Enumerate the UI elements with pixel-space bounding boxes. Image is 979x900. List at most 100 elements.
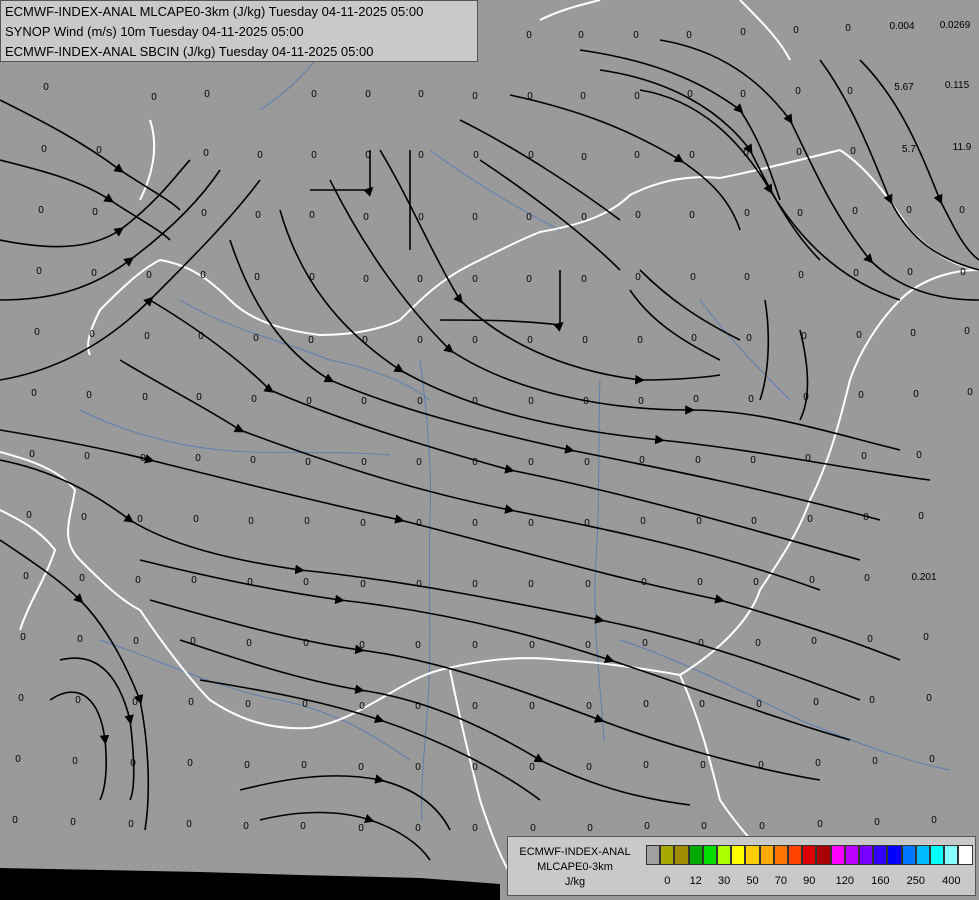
map-value-label: 0: [198, 331, 204, 342]
map-value-label: 0: [186, 819, 192, 830]
map-value-label: 0: [363, 212, 369, 223]
map-value-label: 0: [587, 823, 593, 834]
map-value-label: 0: [637, 335, 643, 346]
map-value-label: 0: [847, 86, 853, 97]
map-value-label: 0: [360, 579, 366, 590]
map-value-label: 0: [528, 579, 534, 590]
map-value-label: 0: [527, 335, 533, 346]
map-value-label: 0: [137, 514, 143, 525]
map-value-label: 0: [204, 89, 210, 100]
map-value-label: 0: [585, 640, 591, 651]
map-value-label: 0: [200, 270, 206, 281]
map-value-label: 0: [300, 821, 306, 832]
map-value-label: 0: [759, 821, 765, 832]
map-value-label: 0: [151, 92, 157, 103]
map-value-label: 0: [133, 636, 139, 647]
legend-tick-label: 0: [664, 875, 671, 887]
map-value-label: 0: [634, 91, 640, 102]
map-value-label: 0: [132, 697, 138, 708]
legend-swatch: [745, 845, 760, 865]
map-value-label: 0: [203, 148, 209, 159]
map-value-label: 0: [311, 150, 317, 161]
map-value-label: 0: [815, 758, 821, 769]
map-value-label: 0: [243, 821, 249, 832]
map-value-label: 0: [699, 699, 705, 710]
map-value-label: 0: [642, 638, 648, 649]
map-value-label: 0: [415, 640, 421, 651]
map-value-label: 0: [418, 150, 424, 161]
title-line-cape: ECMWF-INDEX-ANAL MLCAPE0-3km (J/kg) Tues…: [5, 4, 424, 19]
wind-streamlines: [0, 39, 979, 861]
map-value-label: 0: [418, 89, 424, 100]
map-value-label: 0: [586, 762, 592, 773]
map-value-label: 0: [690, 272, 696, 283]
map-value-label: 0: [960, 267, 966, 278]
map-value-label: 0: [309, 210, 315, 221]
map-value-label: 0: [140, 453, 146, 464]
map-value-label: 0: [38, 205, 44, 216]
map-value-label: 0: [697, 577, 703, 588]
map-value-label: 0: [740, 89, 746, 100]
map-value-label: 0: [528, 457, 534, 468]
map-value-label: 0: [43, 82, 49, 93]
map-value-label: 0: [472, 518, 478, 529]
legend-swatch: [873, 845, 888, 865]
map-value-label: 0: [967, 387, 973, 398]
map-value-label: 0: [472, 212, 478, 223]
map-value-label: 0: [130, 758, 136, 769]
map-value-label: 0: [187, 758, 193, 769]
map-value-label: 0: [850, 146, 856, 157]
map-value-label: 0: [12, 815, 18, 826]
map-value-label: 0: [801, 331, 807, 342]
map-value-label: 0: [528, 150, 534, 161]
map-value-label: 0: [365, 89, 371, 100]
legend-swatch: [930, 845, 945, 865]
legend-swatch: [660, 845, 675, 865]
map-value-label: 0: [303, 577, 309, 588]
map-value-label: 0: [744, 272, 750, 283]
map-value-label: 0: [803, 392, 809, 403]
map-value-label: 0.201: [911, 572, 936, 583]
map-value-label: 0: [528, 396, 534, 407]
map-value-label: 0: [34, 327, 40, 338]
legend-swatch: [944, 845, 959, 865]
map-value-label: 0: [696, 516, 702, 527]
map-value-label: 0: [526, 30, 532, 41]
map-value-label: 0: [195, 453, 201, 464]
map-value-label: 0: [701, 821, 707, 832]
map-value-label: 0: [526, 212, 532, 223]
map-value-label: 0: [872, 756, 878, 767]
map-value-label: 0: [472, 91, 478, 102]
map-value-label: 5.7: [902, 144, 916, 155]
map-value-label: 0: [640, 516, 646, 527]
map-value-label: 0: [245, 699, 251, 710]
map-value-label: 0: [416, 579, 422, 590]
map-value-label: 0: [578, 30, 584, 41]
map-value-label: 0: [250, 455, 256, 466]
value-labels: 0 0 0 0 0 0 0 0 0 0 0 0 0 0 0 0 0 0 0 0 0 0.004 0.0269 5.67 0.11…: [12, 20, 973, 834]
map-value-label: 0: [638, 396, 644, 407]
legend-tick-label: 250: [906, 875, 925, 887]
map-value-label: 0: [365, 150, 371, 161]
title-line-wind: SYNOP Wind (m/s) 10m Tuesday 04-11-2025 …: [5, 24, 304, 39]
map-value-label: 0: [856, 330, 862, 341]
map-value-label: 0: [92, 207, 98, 218]
map-value-label: 0: [306, 396, 312, 407]
map-value-label: 0: [77, 634, 83, 645]
map-value-label: 0: [247, 577, 253, 588]
map-value-label: 0: [196, 392, 202, 403]
legend-swatch: [688, 845, 703, 865]
legend-swatch: [844, 845, 859, 865]
map-value-label: 0: [863, 512, 869, 523]
map-value-label: 0: [861, 451, 867, 462]
map-value-label: 0: [581, 274, 587, 285]
map-value-label: 0: [583, 396, 589, 407]
map-value-label: 0: [633, 30, 639, 41]
map-value-label: 0: [311, 89, 317, 100]
map-value-label: 0: [926, 693, 932, 704]
map-value-label: 0: [698, 638, 704, 649]
map-value-label: 0: [686, 30, 692, 41]
map-value-label: 0: [853, 268, 859, 279]
map-value-label: 0: [31, 388, 37, 399]
map-value-label: 0: [309, 272, 315, 283]
